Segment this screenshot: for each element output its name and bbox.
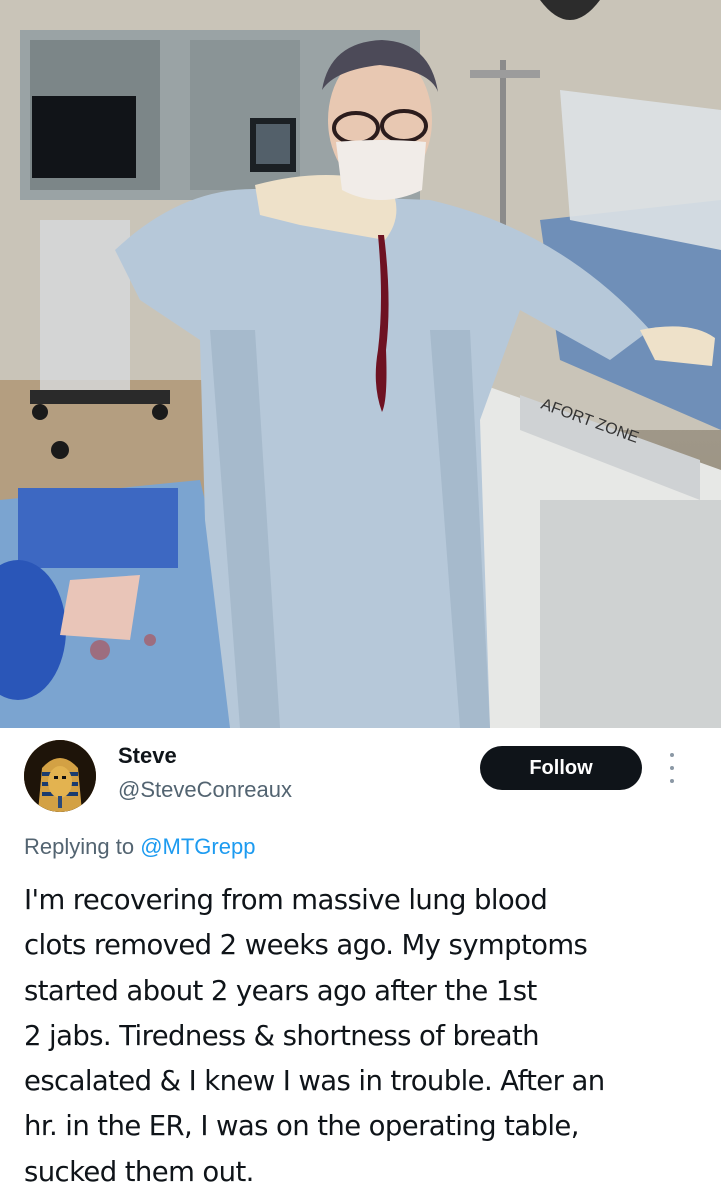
tweet-text: I'm recovering from massive lung blood c… [24, 878, 704, 1195]
author-avatar[interactable] [24, 740, 96, 812]
author-handle[interactable]: @SteveConreaux [118, 777, 292, 803]
author-name[interactable]: Steve [118, 743, 177, 769]
more-options-icon[interactable] [664, 753, 680, 783]
more-dot [670, 753, 674, 757]
tweet-text-line: clots removed 2 weeks ago. My symptoms [24, 929, 588, 962]
more-dot [670, 766, 674, 770]
tweet-card: Steve @SteveConreaux Follow Replying to … [0, 728, 721, 1200]
tweet-text-line: hr. in the ER, I was on the operating ta… [24, 1110, 579, 1143]
reply-mention-link[interactable]: @MTGrepp [140, 834, 255, 859]
follow-button[interactable]: Follow [480, 746, 642, 790]
tweet-text-line: 2 jabs. Tiredness & shortness of breath [24, 1019, 540, 1052]
operating-room-photo: AFORT ZONE [0, 0, 721, 728]
replying-to-line: Replying to @MTGrepp [24, 834, 255, 860]
tweet-text-line: I'm recovering from massive lung blood [24, 884, 548, 916]
tweet-text-line: escalated & I knew I was in trouble. Aft… [24, 1065, 605, 1098]
tweet-text-line: sucked them out. [24, 1155, 254, 1188]
more-dot [670, 779, 674, 783]
pharaoh-mask-icon [24, 740, 96, 812]
tweet-text-line: started about 2 years ago after the 1st [24, 974, 537, 1007]
replying-to-label: Replying to [24, 834, 135, 859]
tweet-photo[interactable]: AFORT ZONE [0, 0, 721, 728]
